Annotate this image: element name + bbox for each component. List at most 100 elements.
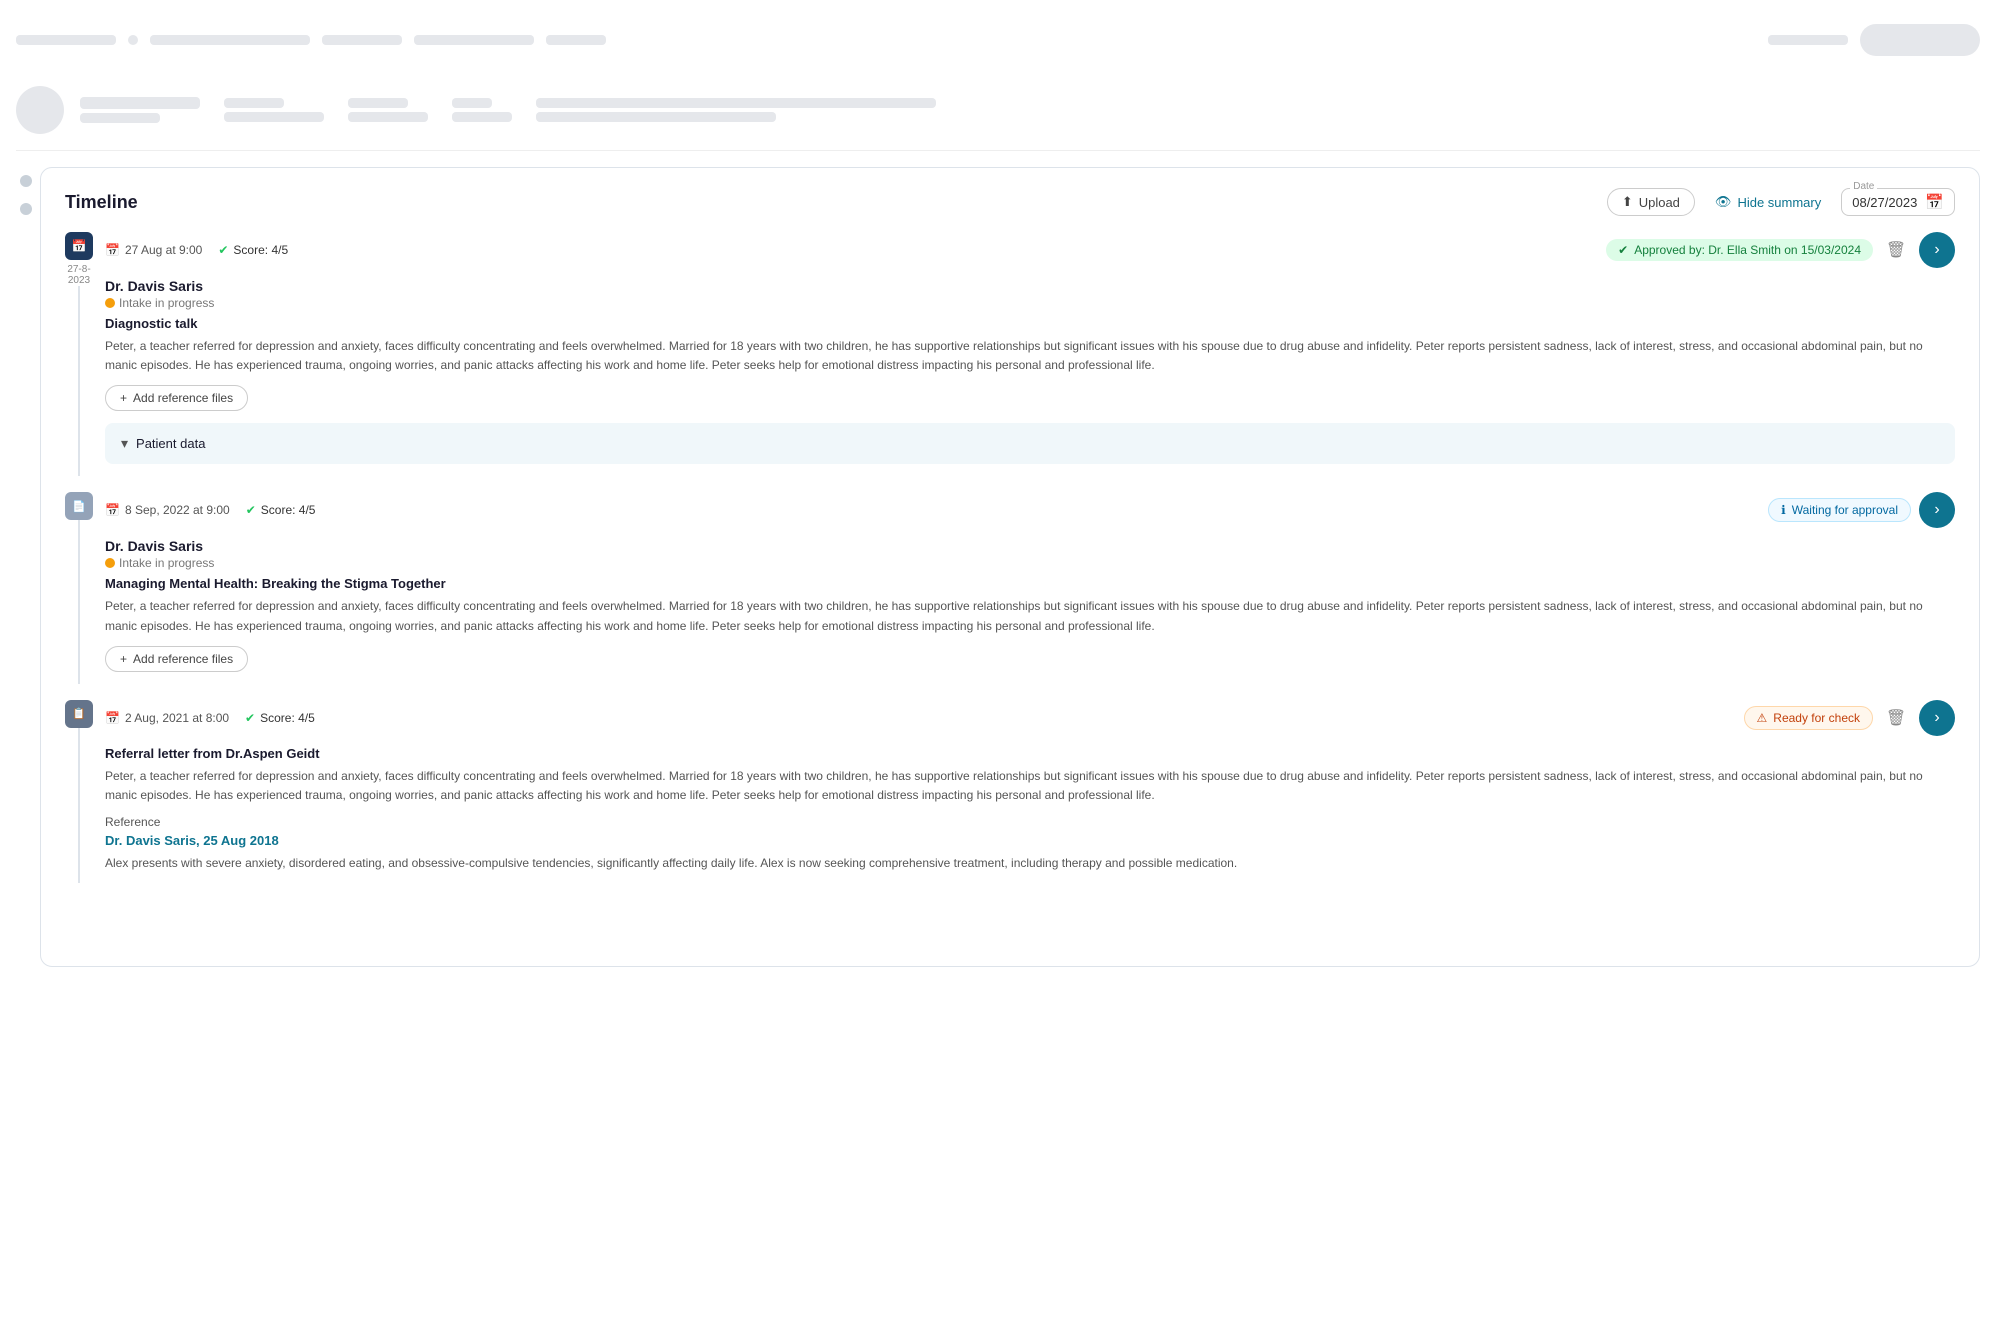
spine-date-1: 27-8-2023 (65, 264, 93, 286)
profile-info (80, 97, 1980, 123)
delete-button-1[interactable]: 🗑 (1881, 235, 1911, 265)
score-1: ✔ Score: 4/5 (218, 243, 288, 257)
timeline-entry-3: 📋 📅 2 Aug, 2021 at 8:00 ✔ (65, 700, 1955, 884)
nav-skeleton-3 (322, 35, 402, 45)
profile-sk-1 (80, 97, 200, 109)
eye-icon: 👁 (1715, 194, 1732, 210)
entry-meta-3: 📅 2 Aug, 2021 at 8:00 ✔ Score: 4/5 (105, 711, 315, 725)
ready-badge: ⚠ Ready for check (1744, 706, 1873, 730)
timeline-title: Timeline (65, 192, 138, 213)
entry-header-1: 📅 27 Aug at 9:00 ✔ Score: 4/5 ✔ A (105, 232, 1955, 268)
date-value[interactable]: 08/27/2023 (1852, 195, 1917, 210)
navigate-button-1[interactable]: › (1919, 232, 1955, 268)
profile-sk-5 (348, 98, 408, 108)
avatar (16, 86, 64, 134)
waiting-badge: ℹ Waiting for approval (1768, 498, 1911, 522)
profile-sk-4 (224, 112, 324, 122)
entry-title-3: Referral letter from Dr.Aspen Geidt (105, 746, 1955, 761)
sidebar-dots (16, 167, 32, 967)
main-layout: Timeline ⬆ Upload 👁 Hide summary Date 08… (16, 167, 1980, 967)
entry-actions-1: ✔ Approved by: Dr. Ella Smith on 15/03/2… (1606, 232, 1955, 268)
cal-icon-3: 📅 (105, 711, 120, 725)
reference-link[interactable]: Dr. Davis Saris, 25 Aug 2018 (105, 833, 1955, 848)
entry-header-2: 📅 8 Sep, 2022 at 9:00 ✔ Score: 4/5 ℹ (105, 492, 1955, 528)
hide-summary-button[interactable]: 👁 Hide summary (1715, 194, 1821, 210)
top-nav (16, 16, 1980, 68)
doc-entry-icon: 📄 (72, 500, 86, 513)
intake-status-1: Intake in progress (105, 296, 1955, 310)
profile-sk-2 (80, 113, 160, 123)
spine-group-1: 📅 27-8-2023 (65, 232, 93, 476)
patient-data-row[interactable]: ▾ Patient data (105, 423, 1955, 464)
entry-text-2: Peter, a teacher referred for depression… (105, 597, 1955, 635)
timeline-card: Timeline ⬆ Upload 👁 Hide summary Date 08… (40, 167, 1980, 967)
intake-dot-1 (105, 298, 115, 308)
timeline-entry-1: 📅 27-8-2023 📅 27 Aug at 9:00 ✔ (65, 232, 1955, 476)
navigate-button-3[interactable]: › (1919, 700, 1955, 736)
entry-meta-2: 📅 8 Sep, 2022 at 9:00 ✔ Score: 4/5 (105, 503, 315, 517)
checkmark-icon-2: ✔ (246, 503, 256, 517)
sidebar-dot-2[interactable] (20, 203, 32, 215)
entry-text-3: Peter, a teacher referred for depression… (105, 767, 1955, 805)
sidebar-dot-1[interactable] (20, 175, 32, 187)
clipboard-entry-icon: 📋 (72, 707, 86, 720)
reference-sub-text: Alex presents with severe anxiety, disor… (105, 854, 1955, 873)
spine-group-2: 📄 (65, 492, 93, 683)
entry-content-1: 📅 27 Aug at 9:00 ✔ Score: 4/5 ✔ A (105, 232, 1955, 476)
entry-date-2: 📅 8 Sep, 2022 at 9:00 (105, 503, 230, 517)
doctor-name-2: Dr. Davis Saris (105, 538, 1955, 554)
entry-icon-1: 📅 (65, 232, 93, 260)
nav-skeleton-1 (16, 35, 116, 45)
date-field[interactable]: Date 08/27/2023 📅 (1841, 188, 1955, 216)
patient-data-label: Patient data (136, 436, 205, 451)
nav-skeleton-4 (414, 35, 534, 45)
nav-skeleton-6 (1768, 35, 1848, 45)
cal-icon: 📅 (105, 243, 120, 257)
entry-icon-3: 📋 (65, 700, 93, 728)
entry-date-1: 📅 27 Aug at 9:00 (105, 243, 202, 257)
nav-skeleton-5 (546, 35, 606, 45)
entry-meta-1: 📅 27 Aug at 9:00 ✔ Score: 4/5 (105, 243, 288, 257)
entry-content-2: 📅 8 Sep, 2022 at 9:00 ✔ Score: 4/5 ℹ (105, 492, 1955, 683)
entry-date-3: 📅 2 Aug, 2021 at 8:00 (105, 711, 229, 725)
spine-line-1 (78, 286, 80, 476)
timeline-header: Timeline ⬆ Upload 👁 Hide summary Date 08… (65, 188, 1955, 216)
spine-line-2 (78, 520, 80, 683)
upload-icon: ⬆ (1622, 194, 1633, 210)
profile-sk-10 (536, 112, 776, 122)
nav-dot (128, 35, 138, 45)
doctor-name-1: Dr. Davis Saris (105, 278, 1955, 294)
nav-skeleton-2 (150, 35, 310, 45)
timeline-entry-2: 📄 📅 8 Sep, 2022 at 9:00 ✔ (65, 492, 1955, 683)
chevron-down-icon: ▾ (121, 435, 128, 452)
navigate-button-2[interactable]: › (1919, 492, 1955, 528)
reference-label: Reference (105, 815, 1955, 829)
upload-button[interactable]: ⬆ Upload (1607, 188, 1695, 216)
score-3: ✔ Score: 4/5 (245, 711, 315, 725)
calendar-icon[interactable]: 📅 (1925, 193, 1944, 211)
calendar-entry-icon: 📅 (72, 239, 87, 253)
add-reference-button-2[interactable]: + Add reference files (105, 646, 248, 672)
profile-header (16, 76, 1980, 151)
info-icon: ℹ (1781, 503, 1786, 517)
entry-content-3: 📅 2 Aug, 2021 at 8:00 ✔ Score: 4/5 ⚠ (105, 700, 1955, 884)
intake-status-2: Intake in progress (105, 556, 1955, 570)
nav-btn-skeleton (1860, 24, 1980, 56)
checkmark-icon-3: ✔ (245, 711, 255, 725)
profile-sk-8 (452, 112, 512, 122)
plus-icon-2: + (120, 652, 127, 666)
delete-button-3[interactable]: 🗑 (1881, 703, 1911, 733)
spine-line-3 (78, 728, 80, 884)
profile-sk-9 (536, 98, 936, 108)
approved-badge: ✔ Approved by: Dr. Ella Smith on 15/03/2… (1606, 239, 1873, 261)
profile-sk-3 (224, 98, 284, 108)
profile-sk-7 (452, 98, 492, 108)
checkmark-icon: ✔ (218, 243, 228, 257)
entry-icon-2: 📄 (65, 492, 93, 520)
entry-actions-2: ℹ Waiting for approval › (1768, 492, 1955, 528)
add-reference-button-1[interactable]: + Add reference files (105, 385, 248, 411)
cal-icon-2: 📅 (105, 503, 120, 517)
score-2: ✔ Score: 4/5 (246, 503, 316, 517)
reference-section: Reference Dr. Davis Saris, 25 Aug 2018 A… (105, 815, 1955, 873)
entry-title-2: Managing Mental Health: Breaking the Sti… (105, 576, 1955, 591)
